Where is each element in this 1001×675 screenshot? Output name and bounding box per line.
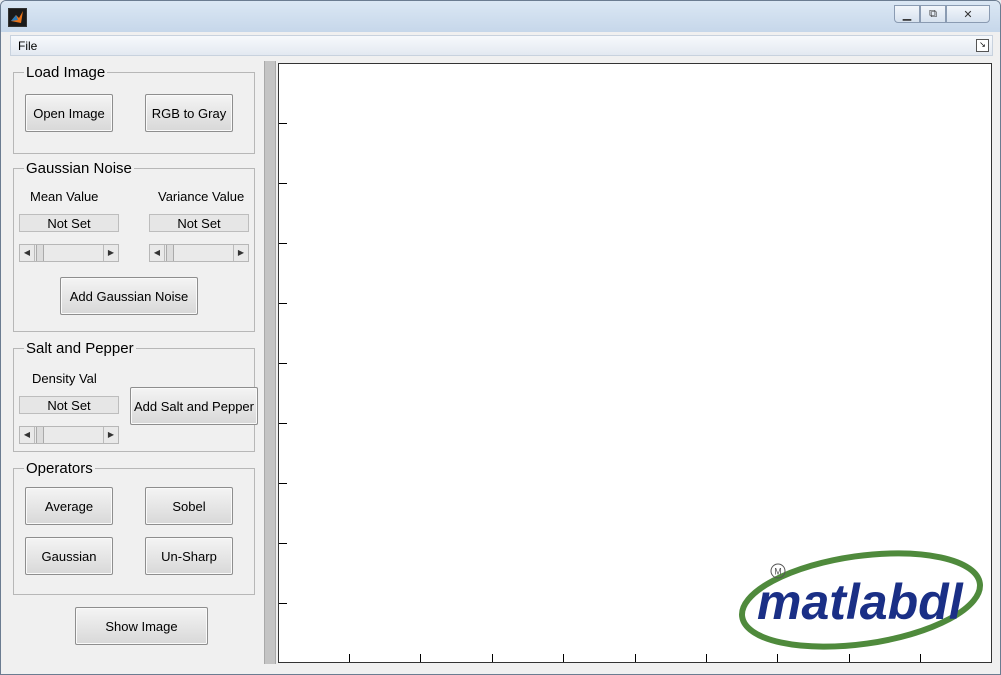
slider-left-arrow-icon[interactable]: ◀ — [20, 427, 35, 443]
slider-thumb[interactable] — [36, 427, 44, 443]
gaussian-noise-title: Gaussian Noise — [26, 160, 132, 177]
average-button[interactable]: Average — [25, 487, 113, 525]
control-panel: Load Image Open Image RGB to Gray Gaussi… — [10, 61, 264, 664]
gaussian-button[interactable]: Gaussian — [25, 537, 113, 575]
y-tick — [279, 123, 287, 124]
x-tick — [420, 654, 421, 662]
operators-title: Operators — [26, 460, 93, 477]
x-tick — [849, 654, 850, 662]
menu-bar: File ↘ — [10, 35, 993, 56]
matlabdl-watermark-logo: M matlabdl — [739, 550, 983, 650]
unsharp-button[interactable]: Un-Sharp — [145, 537, 233, 575]
y-tick — [279, 363, 287, 364]
slider-right-arrow-icon[interactable]: ▶ — [103, 427, 118, 443]
slider-thumb[interactable] — [36, 245, 44, 261]
open-image-button[interactable]: Open Image — [25, 94, 113, 132]
image-axes[interactable]: M matlabdl — [278, 63, 992, 663]
density-slider[interactable]: ◀ ▶ — [19, 426, 119, 444]
sobel-button[interactable]: Sobel — [145, 487, 233, 525]
x-tick — [492, 654, 493, 662]
app-window: ▁ ⧉ ✕ File ↘ Load Image Open Image RGB t… — [0, 0, 1001, 675]
close-icon[interactable]: ✕ — [946, 5, 990, 23]
add-gaussian-noise-button[interactable]: Add Gaussian Noise — [60, 277, 198, 315]
minimize-icon[interactable]: ▁ — [894, 5, 920, 23]
y-tick — [279, 543, 287, 544]
x-tick — [777, 654, 778, 662]
slider-left-arrow-icon[interactable]: ◀ — [20, 245, 35, 261]
density-label: Density Val — [32, 371, 97, 386]
matlab-app-icon — [8, 8, 27, 27]
density-value-field[interactable]: Not Set — [19, 396, 119, 414]
window-controls: ▁ ⧉ ✕ — [894, 5, 990, 23]
x-tick — [706, 654, 707, 662]
y-tick — [279, 303, 287, 304]
x-tick — [563, 654, 564, 662]
slider-thumb[interactable] — [166, 245, 174, 261]
x-tick — [349, 654, 350, 662]
panel-divider[interactable] — [264, 61, 276, 664]
salt-pepper-title: Salt and Pepper — [26, 340, 134, 357]
variance-value-label: Variance Value — [158, 189, 245, 204]
slider-left-arrow-icon[interactable]: ◀ — [150, 245, 165, 261]
svg-text:matlabdl: matlabdl — [757, 574, 964, 630]
show-image-button[interactable]: Show Image — [75, 607, 208, 645]
variance-value-field[interactable]: Not Set — [149, 214, 249, 232]
undock-icon[interactable]: ↘ — [976, 39, 989, 52]
rgb-to-gray-button[interactable]: RGB to Gray — [145, 94, 233, 132]
y-tick — [279, 183, 287, 184]
y-tick — [279, 423, 287, 424]
add-salt-pepper-button[interactable]: Add Salt and Pepper — [130, 387, 258, 425]
slider-right-arrow-icon[interactable]: ▶ — [233, 245, 248, 261]
y-tick — [279, 603, 287, 604]
title-bar: ▁ ⧉ ✕ — [1, 1, 1000, 32]
y-tick — [279, 483, 287, 484]
mean-value-field[interactable]: Not Set — [19, 214, 119, 232]
y-tick — [279, 243, 287, 244]
maximize-icon[interactable]: ⧉ — [920, 5, 946, 23]
load-image-title: Load Image — [26, 64, 106, 81]
x-tick — [635, 654, 636, 662]
slider-right-arrow-icon[interactable]: ▶ — [103, 245, 118, 261]
x-tick — [920, 654, 921, 662]
menu-file[interactable]: File — [18, 39, 37, 53]
variance-slider[interactable]: ◀ ▶ — [149, 244, 249, 262]
mean-slider[interactable]: ◀ ▶ — [19, 244, 119, 262]
mean-value-label: Mean Value — [30, 189, 99, 204]
